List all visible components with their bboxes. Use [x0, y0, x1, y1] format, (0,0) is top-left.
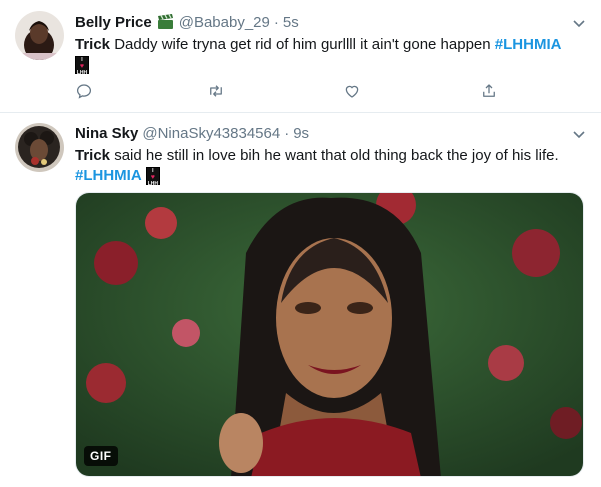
timestamp[interactable]: 9s [293, 125, 309, 142]
tweet-actions [75, 82, 505, 102]
lhh-emoji-icon: I ♥ LHH [75, 56, 89, 77]
tweet-text: Trick said he still in love bih he want … [75, 147, 559, 188]
tweet-text: Trick Daddy wife tryna get rid of him gu… [75, 36, 562, 77]
chevron-down-icon[interactable] [572, 127, 586, 139]
chevron-down-icon[interactable] [572, 16, 586, 28]
separator-dot: · [273, 13, 279, 31]
timestamp[interactable]: 5s [283, 14, 299, 31]
clapper-board-icon [157, 14, 175, 30]
hashtag-link[interactable]: #LHHMIA [495, 36, 562, 53]
retweet-icon[interactable] [207, 82, 227, 102]
share-icon[interactable] [480, 82, 500, 102]
tweet[interactable]: Belly Price @Bababy_29 · 5s Trick Daddy … [0, 0, 601, 113]
gif-label: GIF [84, 446, 118, 466]
lhh-emoji-icon: I ♥ LHH [145, 167, 160, 188]
user-handle[interactable]: @Bababy_29 [179, 14, 270, 31]
separator-dot: · [284, 124, 290, 142]
hashtag-link[interactable]: #LHHMIA [75, 167, 142, 184]
avatar[interactable] [15, 11, 64, 60]
reply-icon[interactable] [75, 82, 95, 102]
avatar[interactable] [15, 123, 64, 172]
display-name[interactable]: Nina Sky [75, 125, 138, 142]
user-handle[interactable]: @NinaSky43834564 [142, 125, 280, 142]
tweet-header: Belly Price @Bababy_29 · 5s [75, 12, 586, 32]
display-name[interactable]: Belly Price [75, 14, 152, 31]
gif-frame-image [76, 193, 583, 476]
tweet[interactable]: Nina Sky @NinaSky43834564 · 9s Trick sai… [0, 113, 601, 487]
like-icon[interactable] [343, 82, 363, 102]
tweet-header: Nina Sky @NinaSky43834564 · 9s [75, 123, 586, 143]
gif-media[interactable]: GIF [75, 192, 584, 477]
